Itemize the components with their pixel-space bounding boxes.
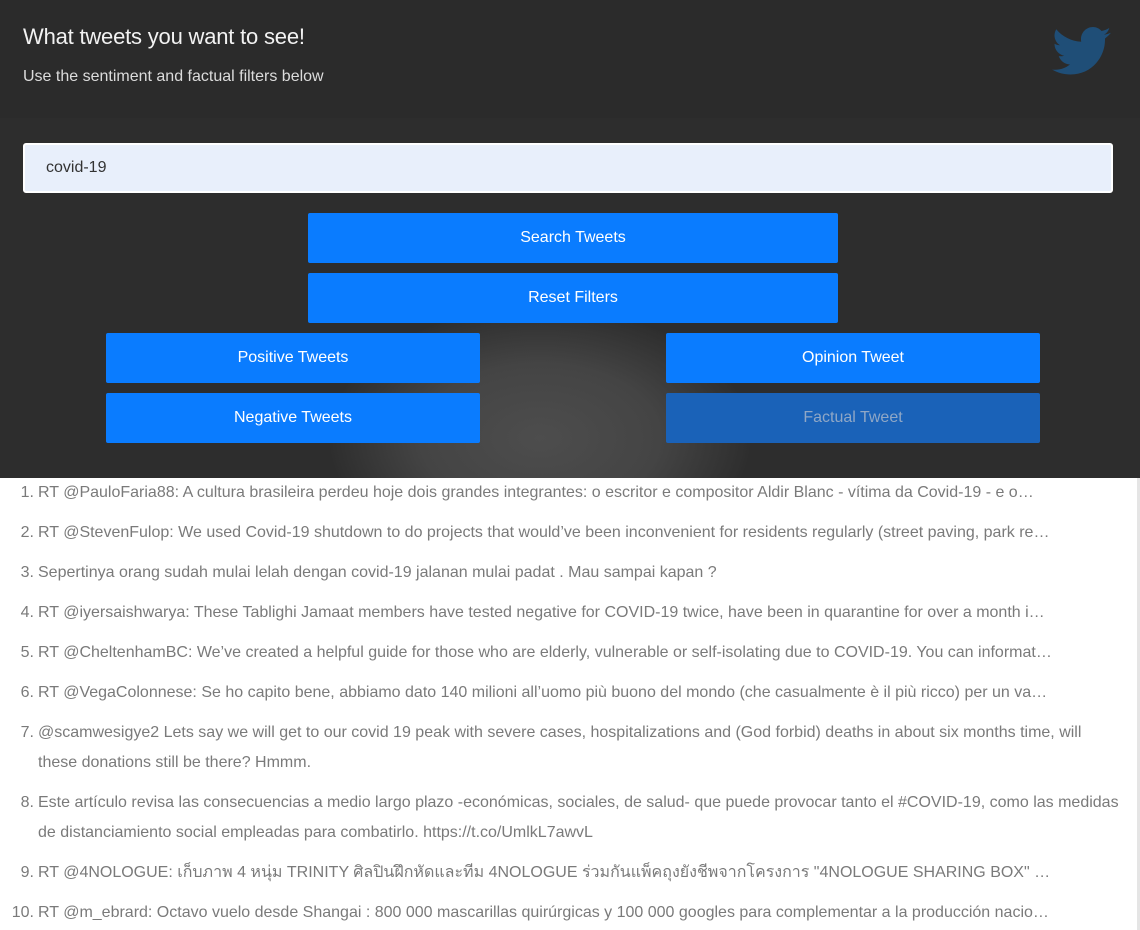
tweet-text: RT @4NOLOGUE: เก็บภาพ 4 หนุ่ม TRINITY ศิ… <box>38 864 1053 881</box>
tweet-text: RT @m_ebrard: Octavo vuelo desde Shangai… <box>38 904 1049 921</box>
tweet-text: RT @CheltenhamBC: We’ve created a helpfu… <box>38 644 1053 661</box>
search-tweets-button[interactable]: Search Tweets <box>308 213 838 263</box>
tweet-text: RT @PauloFaria88: A cultura brasileira p… <box>38 484 1034 501</box>
search-input[interactable] <box>23 143 1113 193</box>
list-item: 7. @scamwesigye2 Lets say we will get to… <box>0 718 1140 778</box>
list-item: 4. RT @iyersaishwarya: These Tablighi Ja… <box>0 598 1140 628</box>
list-item-number: 8. <box>20 794 34 811</box>
positive-tweets-button[interactable]: Positive Tweets <box>106 333 480 383</box>
list-item: 5. RT @CheltenhamBC: We’ve created a hel… <box>0 638 1140 668</box>
list-item: 9. RT @4NOLOGUE: เก็บภาพ 4 หนุ่ม TRINITY… <box>0 858 1140 888</box>
reset-filters-button[interactable]: Reset Filters <box>308 273 838 323</box>
list-item: 3. Sepertinya orang sudah mulai lelah de… <box>0 558 1140 588</box>
list-item: 1. RT @PauloFaria88: A cultura brasileir… <box>0 478 1140 508</box>
list-item-number: 3. <box>20 564 34 581</box>
tweet-text: RT @iyersaishwarya: These Tablighi Jamaa… <box>38 604 1053 621</box>
twitter-bird-icon <box>1052 27 1111 75</box>
page-title: What tweets you want to see! <box>23 24 305 49</box>
list-item-number: 7. <box>20 724 34 741</box>
opinion-tweet-button[interactable]: Opinion Tweet <box>666 333 1040 383</box>
list-item-number: 5. <box>20 644 34 661</box>
page-header: What tweets you want to see! Use the sen… <box>0 0 1140 118</box>
list-item-number: 2. <box>20 524 34 541</box>
list-item-number: 6. <box>20 684 34 701</box>
tweet-text: RT @StevenFulop: We used Covid-19 shutdo… <box>38 524 1053 541</box>
page-subtitle: Use the sentiment and factual filters be… <box>23 68 324 85</box>
list-item: 2. RT @StevenFulop: We used Covid-19 shu… <box>0 518 1140 548</box>
tweet-text: Sepertinya orang sudah mulai lelah denga… <box>38 564 717 581</box>
negative-tweets-button[interactable]: Negative Tweets <box>106 393 480 443</box>
list-item-number: 4. <box>20 604 34 621</box>
tweet-text: RT @VegaColonnese: Se ho capito bene, ab… <box>38 684 1053 701</box>
list-item: 8. Este artículo revisa las consecuencia… <box>0 788 1140 848</box>
tweet-list: 1. RT @PauloFaria88: A cultura brasileir… <box>0 478 1140 928</box>
list-item-number: 1. <box>20 484 34 501</box>
tweet-text: @scamwesigye2 Lets say we will get to ou… <box>38 724 1082 771</box>
list-item-number: 9. <box>20 864 34 881</box>
list-item: 6. RT @VegaColonnese: Se ho capito bene,… <box>0 678 1140 708</box>
tweet-text: Este artículo revisa las consecuencias a… <box>38 794 1119 841</box>
list-item-number: 10. <box>11 904 34 921</box>
factual-tweet-button[interactable]: Factual Tweet <box>666 393 1040 443</box>
list-item: 10. RT @m_ebrard: Octavo vuelo desde Sha… <box>0 898 1140 928</box>
